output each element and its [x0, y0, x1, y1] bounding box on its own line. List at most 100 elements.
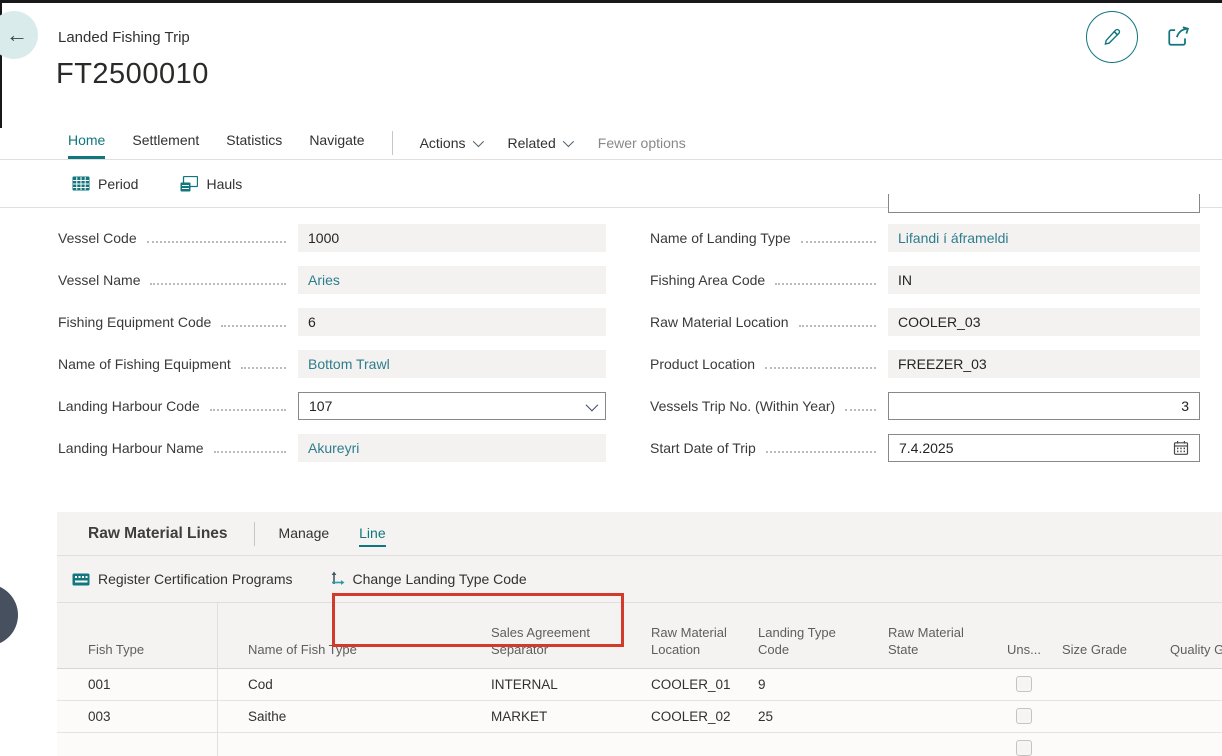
unselected-checkbox[interactable]	[1016, 676, 1032, 692]
part-tab-line[interactable]: Line	[359, 521, 385, 547]
tab-statistics[interactable]: Statistics	[226, 132, 282, 159]
vessels-trip-no-input[interactable]: 3	[888, 392, 1200, 420]
landing-type-name-link[interactable]: Lifandi í áframeldi	[888, 224, 1200, 252]
part-tab-manage[interactable]: Manage	[279, 521, 330, 547]
table-row[interactable]	[57, 733, 1222, 756]
form-column-left: Vessel Code 1000 Vessel Name Aries Fishi…	[58, 224, 606, 476]
cell-size-grade[interactable]	[1062, 669, 1157, 700]
back-button[interactable]: ←	[0, 11, 38, 59]
menu-actions-label: Actions	[420, 135, 466, 151]
raw-material-location-value[interactable]: COOLER_03	[888, 308, 1200, 336]
table-row[interactable]: 003 Saithe MARKET COOLER_02 25	[57, 701, 1222, 733]
cell-landing-type-code[interactable]: 25	[758, 701, 858, 732]
part-header: Raw Material Lines Manage Line	[57, 512, 1222, 556]
table-row[interactable]: 001 Cod INTERNAL COOLER_01 9	[57, 669, 1222, 701]
fishing-equipment-name-link[interactable]: Bottom Trawl	[298, 350, 606, 378]
column-header-landing-type-code[interactable]: Landing Type Code	[758, 625, 858, 659]
table-header-row: Fish Type Name of Fish Type Sales Agreem…	[57, 603, 1222, 669]
cell-raw-material-location[interactable]: COOLER_02	[651, 701, 747, 732]
register-certification-programs-label: Register Certification Programs	[98, 571, 293, 587]
landing-harbour-code-combobox[interactable]: 107	[298, 392, 606, 420]
tab-navigate[interactable]: Navigate	[309, 132, 364, 159]
field-vessel-code: Vessel Code 1000	[58, 224, 606, 252]
cell-size-grade[interactable]	[1062, 701, 1157, 732]
landing-harbour-name-link[interactable]: Akureyri	[298, 434, 606, 462]
dotted-leader	[775, 269, 876, 285]
unselected-checkbox[interactable]	[1016, 708, 1032, 724]
column-header-sales-agreement-separator[interactable]: Sales Agreement Separator	[491, 625, 606, 659]
cell-quality-grade[interactable]	[1170, 701, 1222, 732]
cell-fish-type[interactable]	[88, 733, 203, 756]
side-panel-handle[interactable]	[0, 584, 18, 646]
unselected-checkbox[interactable]	[1016, 740, 1032, 756]
column-header-raw-material-location[interactable]: Raw Material Location	[651, 625, 747, 659]
share-button[interactable]	[1164, 22, 1192, 50]
cell-raw-material-location[interactable]: COOLER_01	[651, 669, 747, 700]
edit-button[interactable]	[1086, 11, 1138, 63]
field-label: Fishing Area Code	[650, 272, 765, 288]
product-location-value[interactable]: FREEZER_03	[888, 350, 1200, 378]
field-name-of-landing-type: Name of Landing Type Lifandi í áframeldi	[650, 224, 1200, 252]
column-header-raw-material-state[interactable]: Raw Material State	[888, 625, 993, 659]
fishing-area-code-value[interactable]: IN	[888, 266, 1200, 294]
register-certification-programs-button[interactable]: Register Certification Programs	[72, 571, 293, 587]
ribbon-divider	[392, 131, 393, 155]
cell-name-of-fish-type-link[interactable]: Saithe	[248, 701, 483, 732]
field-label: Product Location	[650, 356, 755, 372]
cell-name-of-fish-type[interactable]	[248, 733, 483, 756]
menu-actions[interactable]: Actions	[420, 135, 481, 159]
dotted-leader	[766, 437, 876, 453]
dotted-leader	[241, 353, 286, 369]
start-date-value: 7.4.2025	[899, 440, 954, 456]
field-label: Vessels Trip No. (Within Year)	[650, 398, 835, 414]
column-header-name-of-fish-type[interactable]: Name of Fish Type	[248, 642, 483, 659]
calendar-icon[interactable]	[1173, 440, 1189, 456]
fishing-equipment-code-value[interactable]: 6	[298, 308, 606, 336]
field-label: Fishing Equipment Code	[58, 314, 211, 330]
chevron-down-icon	[563, 136, 574, 147]
cell-name-of-fish-type-link[interactable]: Cod	[248, 669, 483, 700]
column-header-fish-type[interactable]: Fish Type	[88, 642, 203, 659]
fewer-options-button[interactable]: Fewer options	[598, 135, 686, 159]
period-button-label: Period	[98, 176, 138, 192]
cell-raw-material-state[interactable]	[888, 733, 993, 756]
arrow-left-icon: ←	[6, 22, 28, 48]
cell-sales-agreement-separator[interactable]: MARKET	[491, 701, 606, 732]
field-name-of-fishing-equipment: Name of Fishing Equipment Bottom Trawl	[58, 350, 606, 378]
column-header-quality-grade[interactable]: Quality Grade	[1170, 642, 1222, 659]
column-header-unselected[interactable]: Uns...	[1007, 642, 1052, 659]
column-header-size-grade[interactable]: Size Grade	[1062, 642, 1157, 659]
cell-sales-agreement-separator[interactable]: INTERNAL	[491, 669, 606, 700]
cell-fish-type[interactable]: 001	[88, 669, 203, 700]
start-date-input[interactable]: 7.4.2025	[888, 434, 1200, 462]
landing-harbour-code-value: 107	[309, 398, 332, 414]
menu-related[interactable]: Related	[508, 135, 571, 159]
cell-quality-grade[interactable]	[1170, 669, 1222, 700]
field-vessels-trip-no: Vessels Trip No. (Within Year) 3	[650, 392, 1200, 420]
dotted-leader	[801, 227, 876, 243]
chevron-down-icon[interactable]	[586, 398, 599, 411]
tab-home[interactable]: Home	[68, 132, 105, 159]
cell-landing-type-code[interactable]: 9	[758, 669, 858, 700]
cell-raw-material-location[interactable]	[651, 733, 747, 756]
tab-settlement[interactable]: Settlement	[132, 132, 199, 159]
cell-fish-type[interactable]: 003	[88, 701, 203, 732]
field-raw-material-location: Raw Material Location COOLER_03	[650, 308, 1200, 336]
vessel-code-value[interactable]: 1000	[298, 224, 606, 252]
cell-raw-material-state[interactable]	[888, 669, 993, 700]
cell-quality-grade[interactable]	[1170, 733, 1222, 756]
cell-landing-type-code[interactable]	[758, 733, 858, 756]
hauls-button-label: Hauls	[206, 176, 242, 192]
period-button[interactable]: Period	[72, 176, 138, 192]
change-landing-type-code-button[interactable]: Change Landing Type Code	[329, 571, 527, 588]
clipped-field-input[interactable]	[888, 194, 1200, 213]
hauls-button[interactable]: Hauls	[180, 176, 242, 192]
cell-size-grade[interactable]	[1062, 733, 1157, 756]
field-label: Name of Landing Type	[650, 230, 791, 246]
field-fishing-area-code: Fishing Area Code IN	[650, 266, 1200, 294]
form-column-right: Name of Landing Type Lifandi í áframeldi…	[650, 224, 1200, 476]
dotted-leader	[799, 311, 876, 327]
vessel-name-link[interactable]: Aries	[298, 266, 606, 294]
cell-sales-agreement-separator[interactable]	[491, 733, 606, 756]
cell-raw-material-state[interactable]	[888, 701, 993, 732]
